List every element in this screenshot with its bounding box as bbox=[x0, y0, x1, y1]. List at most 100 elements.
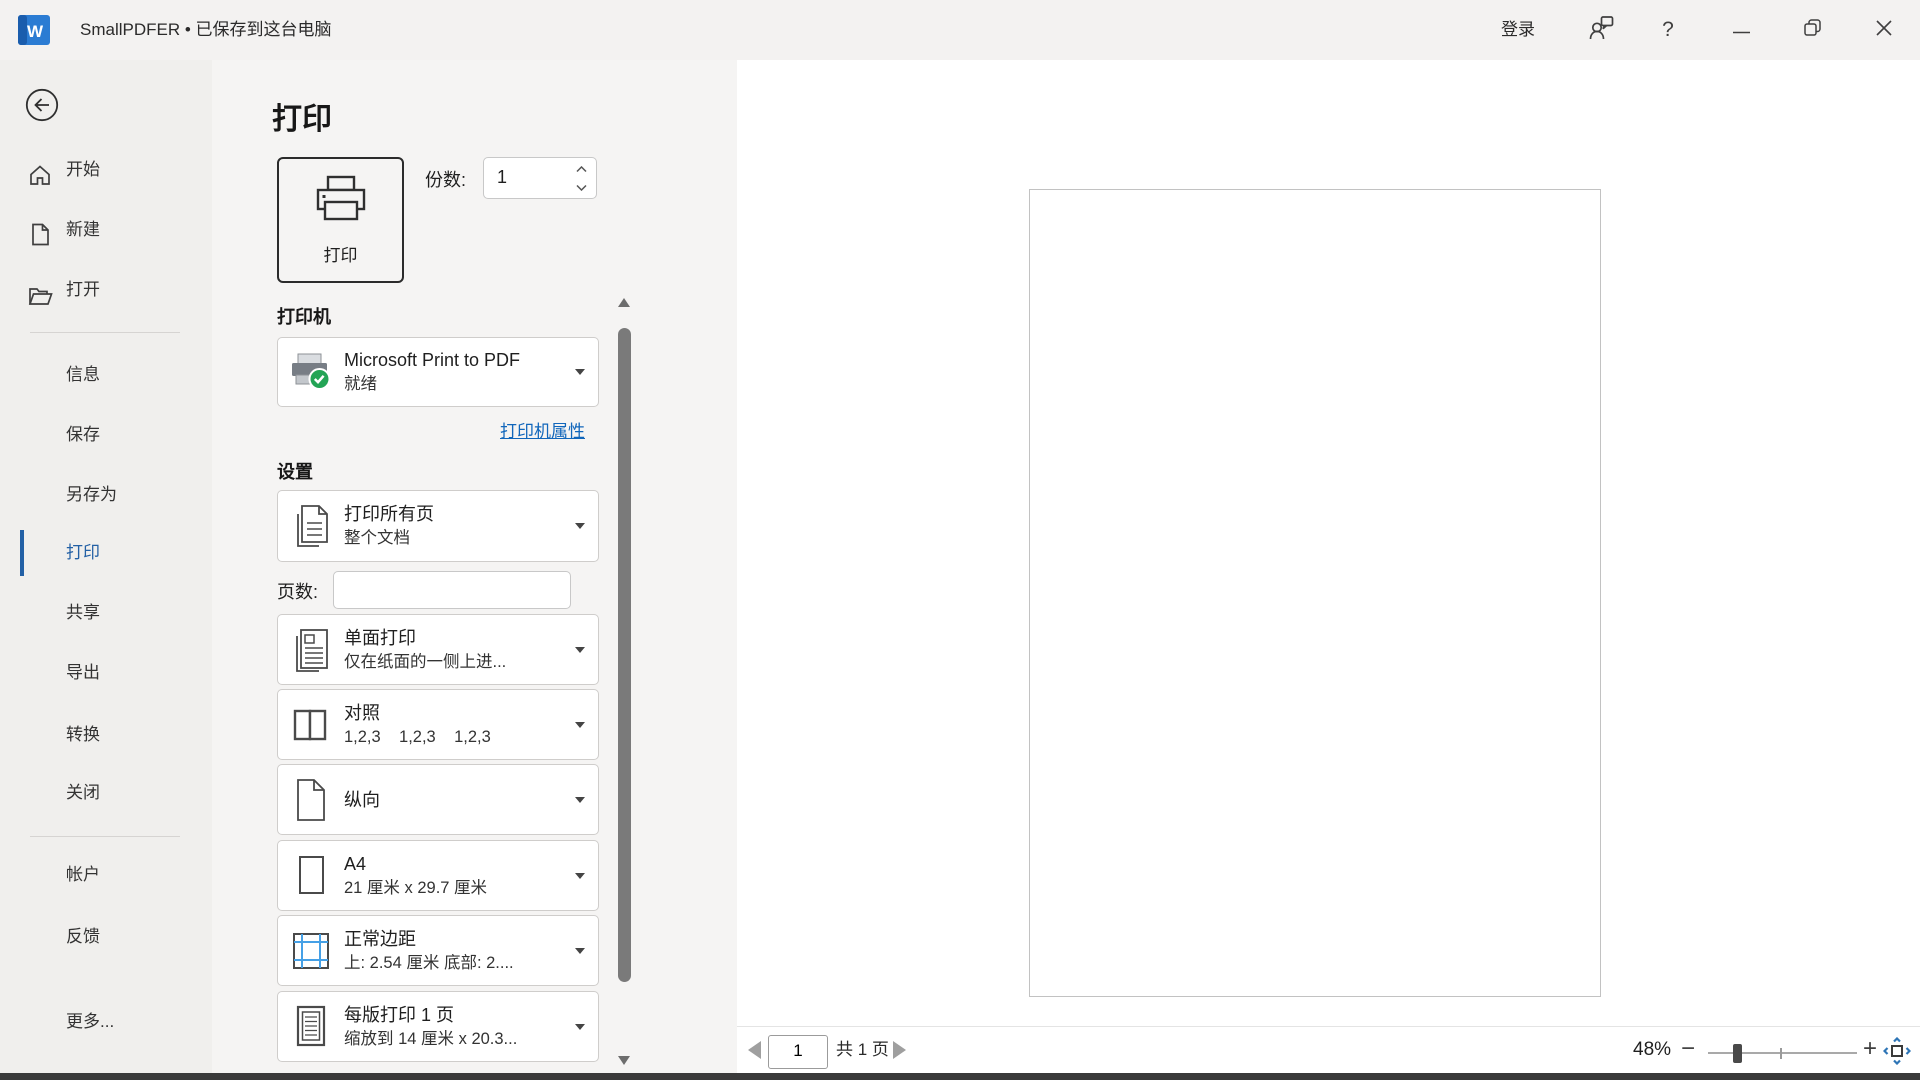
zoom-out-button[interactable]: − bbox=[1681, 1027, 1695, 1074]
page-count-label: 共 1 页 bbox=[836, 1027, 889, 1074]
pages-per-sheet-title: 每版打印 1 页 bbox=[344, 1004, 517, 1026]
sidebar-item-share[interactable]: 共享 bbox=[0, 591, 212, 635]
previous-page-icon[interactable] bbox=[748, 1041, 761, 1059]
sign-in-button[interactable]: 登录 bbox=[1480, 0, 1556, 60]
next-page-icon[interactable] bbox=[893, 1041, 906, 1059]
zoom-slider-thumb[interactable] bbox=[1733, 1044, 1742, 1063]
page-number-field bbox=[768, 1035, 828, 1069]
printer-select[interactable]: Microsoft Print to PDF 就绪 bbox=[277, 337, 599, 407]
print-range-title: 打印所有页 bbox=[344, 503, 434, 525]
preview-toolbar: 共 1 页 48% − + bbox=[737, 1026, 1920, 1073]
scroll-up-arrow-icon[interactable] bbox=[618, 298, 630, 307]
sidebar-item-account[interactable]: 帐户 bbox=[0, 853, 212, 897]
settings-scrollbar[interactable] bbox=[616, 290, 633, 1073]
printer-status: 就绪 bbox=[344, 374, 520, 395]
restore-icon bbox=[1803, 18, 1822, 42]
back-button[interactable] bbox=[25, 88, 59, 122]
pages-input[interactable] bbox=[344, 572, 560, 606]
sidebar-item-save[interactable]: 保存 bbox=[0, 413, 212, 457]
minimize-button[interactable] bbox=[1718, 0, 1764, 60]
one-sided-print-icon bbox=[278, 626, 344, 674]
printer-name: Microsoft Print to PDF bbox=[344, 349, 520, 371]
close-icon bbox=[1876, 20, 1892, 41]
print-range-select[interactable]: 打印所有页 整个文档 bbox=[277, 490, 599, 562]
pages-per-sheet-subtitle: 缩放到 14 厘米 x 20.3... bbox=[344, 1029, 517, 1050]
zoom-in-button[interactable]: + bbox=[1863, 1027, 1877, 1074]
chevron-down-icon bbox=[575, 948, 585, 954]
print-preview-area bbox=[737, 60, 1920, 1026]
sidebar-item-convert[interactable]: 转换 bbox=[0, 713, 212, 757]
pages-per-sheet-select[interactable]: 每版打印 1 页 缩放到 14 厘米 x 20.3... bbox=[277, 991, 599, 1062]
scroll-down-arrow-icon[interactable] bbox=[618, 1056, 630, 1065]
pages-label: 页数: bbox=[277, 578, 318, 604]
copies-input[interactable] bbox=[497, 158, 557, 196]
pages-field bbox=[333, 571, 571, 609]
sidebar-item-print[interactable]: 打印 bbox=[0, 531, 212, 575]
sidebar-item-export[interactable]: 导出 bbox=[0, 651, 212, 695]
home-icon bbox=[28, 159, 52, 181]
sidebar-item-home[interactable]: 开始 bbox=[0, 148, 212, 192]
minimize-icon bbox=[1733, 21, 1750, 39]
sidebar-item-more[interactable]: 更多... bbox=[0, 1000, 212, 1044]
orientation-title: 纵向 bbox=[344, 789, 380, 811]
sidebar-item-new[interactable]: 新建 bbox=[0, 208, 212, 252]
back-arrow-icon bbox=[25, 109, 59, 126]
collation-select[interactable]: 对照 1,2,3 1,2,3 1,2,3 bbox=[277, 689, 599, 760]
restore-button[interactable] bbox=[1789, 0, 1835, 60]
settings-section-header: 设置 bbox=[277, 458, 313, 484]
duplex-select[interactable]: 单面打印 仅在纸面的一侧上进... bbox=[277, 614, 599, 685]
page-title: 打印 bbox=[272, 94, 332, 138]
chevron-down-icon bbox=[575, 523, 585, 529]
preview-page bbox=[1029, 189, 1601, 997]
print-button[interactable]: 打印 bbox=[277, 157, 404, 283]
close-button[interactable] bbox=[1861, 0, 1907, 60]
fit-to-page-button[interactable] bbox=[1883, 1037, 1911, 1070]
copies-label: 份数: bbox=[425, 166, 466, 192]
word-logo-icon: W bbox=[18, 15, 50, 50]
chevron-down-icon bbox=[575, 647, 585, 653]
sidebar-item-save-as[interactable]: 另存为 bbox=[0, 473, 212, 517]
fit-to-page-icon bbox=[1883, 1037, 1911, 1065]
chevron-down-icon bbox=[575, 369, 585, 375]
margins-icon bbox=[278, 929, 344, 973]
chevron-down-icon bbox=[575, 797, 585, 803]
copies-increment-button[interactable] bbox=[573, 161, 589, 177]
sidebar-divider bbox=[30, 836, 180, 837]
new-document-icon bbox=[31, 219, 55, 241]
paper-size-select[interactable]: A4 21 厘米 x 29.7 厘米 bbox=[277, 840, 599, 911]
printer-properties-link[interactable]: 打印机属性 bbox=[500, 417, 585, 442]
backstage-sidebar: 开始 新建 打开 信息 保存 另存为 打印 共享 导出 转换 关闭 帐户 反馈 … bbox=[0, 60, 212, 1073]
sidebar-item-feedback[interactable]: 反馈 bbox=[0, 915, 212, 959]
a4-page-icon bbox=[278, 853, 344, 899]
scrollbar-thumb[interactable] bbox=[618, 328, 631, 982]
chevron-down-icon bbox=[575, 873, 585, 879]
print-range-subtitle: 整个文档 bbox=[344, 528, 434, 549]
titlebar: W SmallPDFER • 已保存到这台电脑 登录 ? bbox=[0, 0, 1920, 60]
help-button[interactable]: ? bbox=[1645, 0, 1691, 60]
duplex-subtitle: 仅在纸面的一侧上进... bbox=[344, 652, 506, 673]
sidebar-item-info[interactable]: 信息 bbox=[0, 353, 212, 397]
collation-subtitle: 1,2,3 1,2,3 1,2,3 bbox=[344, 727, 491, 748]
sidebar-item-open[interactable]: 打开 bbox=[0, 268, 212, 312]
print-button-label: 打印 bbox=[324, 241, 358, 266]
paper-size-title: A4 bbox=[344, 853, 487, 875]
zoom-level-label: 48% bbox=[1633, 1027, 1671, 1074]
help-icon: ? bbox=[1662, 18, 1674, 42]
contact-support-button[interactable] bbox=[1578, 0, 1624, 60]
chevron-down-icon bbox=[575, 1024, 585, 1030]
sidebar-divider bbox=[30, 332, 180, 333]
orientation-select[interactable]: 纵向 bbox=[277, 764, 599, 835]
zoom-slider-track[interactable] bbox=[1708, 1052, 1857, 1054]
print-panel: 打印 打印 份数: 打印机 bbox=[212, 60, 737, 1073]
print-all-pages-icon bbox=[278, 502, 344, 550]
page-number-input[interactable] bbox=[769, 1036, 827, 1066]
margins-subtitle: 上: 2.54 厘米 底部: 2.... bbox=[344, 953, 514, 974]
chevron-down-icon bbox=[575, 722, 585, 728]
sidebar-item-close[interactable]: 关闭 bbox=[0, 771, 212, 815]
printer-ready-icon bbox=[278, 351, 344, 393]
margins-select[interactable]: 正常边距 上: 2.54 厘米 底部: 2.... bbox=[277, 915, 599, 986]
collate-icon bbox=[278, 705, 344, 745]
portrait-page-icon bbox=[278, 776, 344, 824]
copies-decrement-button[interactable] bbox=[573, 179, 589, 195]
open-folder-icon bbox=[28, 279, 52, 301]
